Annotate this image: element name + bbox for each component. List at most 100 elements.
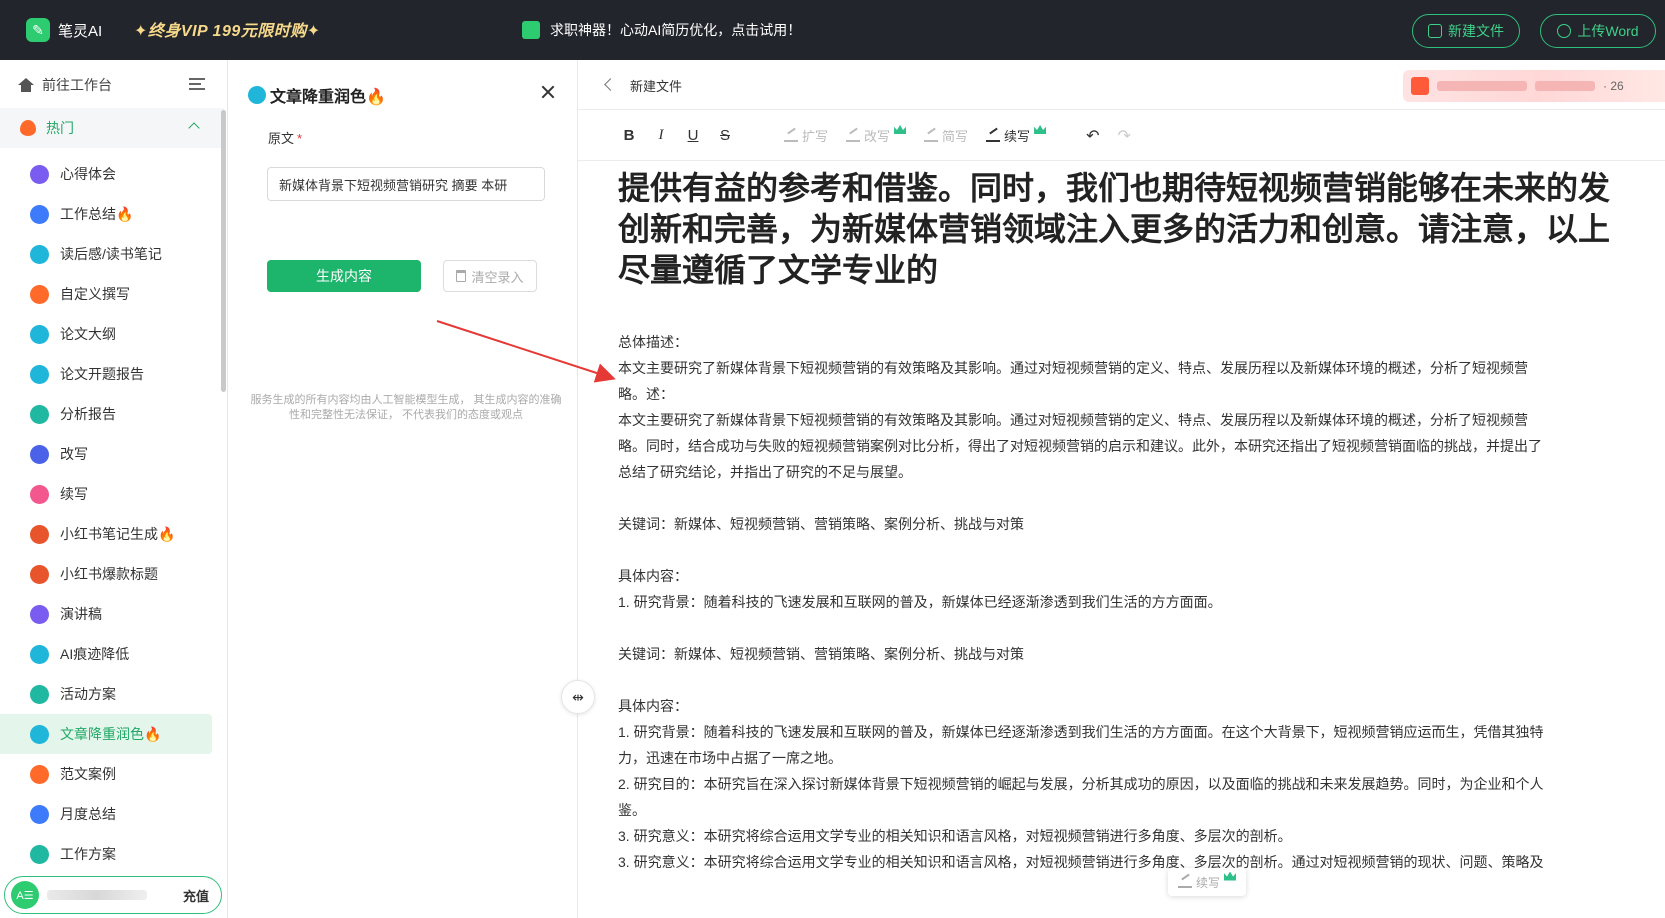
chevron-up-icon: [188, 122, 200, 134]
sidebar-item-label: 文章降重润色🔥: [60, 726, 162, 742]
username-blurred: [47, 890, 147, 900]
sidebar-item-label: 工作总结🔥: [60, 206, 134, 222]
sidebar-item[interactable]: 论文大纲: [0, 314, 224, 354]
close-icon[interactable]: [538, 82, 558, 102]
sidebar-scrollbar[interactable]: [221, 110, 226, 392]
sidebar-item[interactable]: 工作方案: [0, 834, 224, 874]
redo-icon[interactable]: ↷: [1117, 126, 1130, 146]
new-file-label: 新建文件: [1448, 23, 1504, 39]
sidebar-item-label: 小红书爆款标题: [60, 566, 158, 582]
sidebar-item[interactable]: 心得体会: [0, 154, 224, 194]
expand-button[interactable]: 扩写: [784, 126, 828, 145]
heading-line: 提供有益的参考和借鉴。同时，我们也期待短视频营销能够在未来的发: [618, 170, 1611, 206]
bold-button[interactable]: B: [622, 127, 636, 144]
announcement[interactable]: 求职神器！心动AI简历优化，点击试用！: [522, 20, 801, 40]
sidebar-item[interactable]: 月度总结: [0, 794, 224, 834]
plan-icon: [30, 844, 49, 864]
sidebar-item-label: 自定义撰写: [60, 286, 130, 302]
paragraph-line: 鉴。: [618, 802, 646, 818]
panel-title: 文章降重润色🔥: [248, 83, 386, 107]
paragraph-line: 1. 研究背景：随着科技的飞速发展和互联网的普及，新媒体已经逐渐渗透到我们生活的…: [618, 724, 1544, 740]
continue-label: 续写: [1004, 129, 1031, 144]
paragraph-line: 具体内容：: [618, 698, 688, 714]
menu-collapse-icon[interactable]: [189, 78, 205, 90]
workspace-link[interactable]: 前往工作台: [18, 75, 112, 95]
sidebar-item-label: 工作方案: [60, 846, 116, 862]
chart-icon: [30, 404, 49, 424]
source-input[interactable]: [267, 167, 545, 201]
home-icon: [18, 78, 34, 92]
sidebar-item[interactable]: 小红书爆款标题: [0, 554, 224, 594]
underline-button[interactable]: U: [686, 127, 700, 144]
sidebar-item[interactable]: 小红书笔记生成🔥: [0, 514, 224, 554]
xiaohongshu-icon: [30, 524, 49, 544]
paragraph-line: 具体内容：: [618, 568, 688, 584]
report-icon: [30, 364, 49, 384]
sidebar-item[interactable]: 范文案例: [0, 754, 224, 794]
continue-icon: [986, 130, 1001, 142]
sidebar-item[interactable]: AI痕迹降低: [0, 634, 224, 674]
recharge-button[interactable]: 充值: [183, 886, 209, 905]
paragraph-line: 略。述：: [618, 386, 674, 402]
cloud-upload-icon: [1557, 24, 1572, 38]
paragraph-line: 本文主要研究了新媒体背景下短视频营销的有效策略及其影响。通过对短视频营销的定义、…: [618, 360, 1528, 376]
back-icon[interactable]: [604, 78, 617, 91]
sidebar-item[interactable]: 改写: [0, 434, 224, 474]
user-bar[interactable]: A☰ 充值: [4, 876, 222, 914]
continue-icon: [1177, 876, 1192, 888]
floating-continue-button[interactable]: 续写: [1168, 868, 1246, 896]
sidebar-item-label: 演讲稿: [60, 606, 102, 622]
sidebar-item[interactable]: 文章降重润色🔥: [0, 714, 212, 754]
resize-handle-icon[interactable]: ⇹: [561, 680, 595, 714]
document-name[interactable]: 新建文件: [630, 76, 682, 95]
app-logo[interactable]: ✎ 笔灵AI: [26, 18, 102, 42]
fire-icon: [30, 764, 49, 784]
xiaohongshu-icon: [30, 564, 49, 584]
sidebar-item[interactable]: 活动方案: [0, 674, 224, 714]
rewrite-label: 改写: [864, 129, 891, 144]
paragraph-line: 力，迅速在市场中占据了一席之地。: [618, 750, 842, 766]
avatar[interactable]: A☰: [11, 881, 39, 909]
gift-banner[interactable]: · 26: [1403, 70, 1665, 102]
paragraph-line: 3. 研究意义：本研究将综合运用文学专业的相关知识和语言风格，对短视频营销进行多…: [618, 828, 1292, 844]
crown-icon: [1224, 871, 1236, 881]
sidebar-item[interactable]: 工作总结🔥: [0, 194, 224, 234]
book-icon: [30, 244, 49, 264]
upload-word-button[interactable]: 上传Word: [1540, 14, 1656, 48]
source-label-text: 原文: [268, 131, 295, 146]
hot-section-header[interactable]: 热门: [0, 108, 224, 148]
document-content[interactable]: 提供有益的参考和借鉴。同时，我们也期待短视频营销能够在未来的发 创新和完善，为新媒…: [618, 168, 1658, 875]
italic-button[interactable]: I: [654, 127, 668, 144]
new-file-button[interactable]: 新建文件: [1412, 14, 1520, 48]
panel-title-text: 文章降重润色🔥: [270, 89, 386, 106]
sidebar-item-label: 改写: [60, 446, 88, 462]
top-bar: ✎ 笔灵AI ✦终身VIP 199元限时购✦ 求职神器！心动AI简历优化，点击试…: [0, 0, 1665, 60]
clear-label: 清空录入: [471, 269, 524, 285]
polish-icon: [248, 86, 266, 104]
sidebar-item[interactable]: 自定义撰写: [0, 274, 224, 314]
sidebar-item[interactable]: 演讲稿: [0, 594, 224, 634]
paragraph-line: 3. 研究意义：本研究将综合运用文学专业的相关知识和语言风格，对短视频营销进行多…: [618, 854, 1544, 870]
paragraph-line: 2. 研究目的：本研究旨在深入探讨新媒体背景下短视频营销的崛起与发展，分析其成功…: [618, 776, 1544, 792]
sidebar-item[interactable]: 论文开题报告: [0, 354, 224, 394]
simplify-button[interactable]: 简写: [924, 126, 968, 145]
briefcase-icon: [30, 204, 49, 224]
continue-button[interactable]: 续写: [986, 125, 1047, 145]
vip-promo[interactable]: ✦终身VIP 199元限时购✦: [134, 17, 321, 41]
undo-icon[interactable]: ↶: [1086, 126, 1099, 146]
sidebar-item-label: 论文开题报告: [60, 366, 144, 382]
generate-button[interactable]: 生成内容: [267, 260, 421, 292]
sidebar-item[interactable]: 读后感/读书笔记: [0, 234, 224, 274]
sidebar-item-label: 分析报告: [60, 406, 116, 422]
workspace-label: 前往工作台: [42, 77, 112, 93]
add-file-icon: [1428, 24, 1442, 38]
clear-input-button[interactable]: 清空录入: [443, 260, 537, 292]
sidebar-item[interactable]: 续写: [0, 474, 224, 514]
paragraph-line: [618, 667, 1658, 693]
gift-banner-blurred: [1437, 81, 1527, 91]
logo-icon: ✎: [26, 18, 50, 42]
strikethrough-button[interactable]: S: [718, 127, 732, 144]
rewrite-button[interactable]: 改写: [846, 125, 907, 145]
sidebar-item[interactable]: 分析报告: [0, 394, 224, 434]
sidebar-item-label: 读后感/读书笔记: [60, 246, 162, 262]
